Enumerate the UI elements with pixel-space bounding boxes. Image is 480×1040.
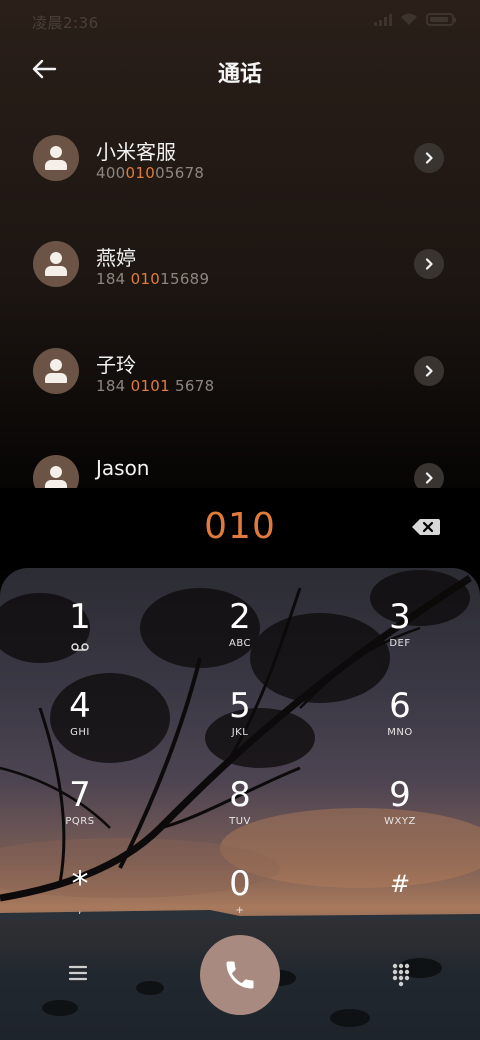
menu-icon — [68, 965, 88, 981]
contact-row[interactable]: Jason — [0, 420, 480, 488]
key-7[interactable]: 7 PQRS — [20, 776, 140, 856]
keypad-toggle-button[interactable] — [388, 962, 414, 988]
status-icons — [374, 13, 456, 26]
backspace-icon — [412, 519, 440, 535]
key-3[interactable]: 3 DEF — [340, 598, 460, 678]
contact-list: 小米客服 40001005678 燕婷 184 01015689 子玲 184 … — [0, 100, 480, 488]
key-4[interactable]: 4 GHI — [20, 687, 140, 767]
avatar — [33, 241, 79, 287]
dialed-number: 010 — [204, 506, 276, 547]
contact-number: 184 01015689 — [96, 270, 210, 288]
contact-detail-button[interactable] — [414, 249, 444, 279]
dialpad-icon — [392, 963, 410, 987]
battery-icon — [426, 13, 456, 26]
contact-number: 40001005678 — [96, 164, 205, 182]
chevron-right-icon — [425, 472, 433, 484]
contact-row[interactable]: 燕婷 184 01015689 — [0, 206, 480, 312]
menu-button[interactable] — [64, 962, 92, 984]
chevron-right-icon — [425, 258, 433, 270]
keypad-panel: 1 2 ABC 3 DEF 4 GHI 5 JKL 6 MNO 7 PQRS 8… — [0, 568, 480, 1040]
avatar — [33, 135, 79, 181]
key-9[interactable]: 9 WXYZ — [340, 776, 460, 856]
contact-name: 小米客服 — [96, 140, 176, 164]
contact-name: Jason — [96, 456, 150, 480]
status-time: 凌晨2:36 — [32, 14, 99, 32]
contact-row[interactable]: 小米客服 40001005678 — [0, 100, 480, 206]
avatar — [33, 455, 79, 488]
page-title: 通话 — [217, 62, 262, 87]
contact-name: 子玲 — [96, 353, 136, 377]
signal-icon — [374, 13, 392, 26]
key-2[interactable]: 2 ABC — [180, 598, 300, 678]
key-8[interactable]: 8 TUV — [180, 776, 300, 856]
key-1[interactable]: 1 — [20, 598, 140, 678]
voicemail-icon — [71, 643, 89, 651]
phone-icon — [226, 961, 254, 989]
contact-number: 184 0101 5678 — [96, 377, 215, 395]
status-bar: 凌晨2:36 — [0, 0, 480, 40]
key-5[interactable]: 5 JKL — [180, 687, 300, 767]
chevron-right-icon — [425, 365, 433, 377]
wifi-icon — [401, 13, 417, 25]
contact-detail-button[interactable] — [414, 143, 444, 173]
chevron-right-icon — [425, 152, 433, 164]
key-6[interactable]: 6 MNO — [340, 687, 460, 767]
key-0[interactable]: 0 + — [180, 865, 300, 945]
backspace-button[interactable] — [410, 516, 442, 538]
avatar — [33, 348, 79, 394]
contact-detail-button[interactable] — [414, 356, 444, 386]
contact-name: 燕婷 — [96, 246, 136, 270]
contact-detail-button[interactable] — [414, 463, 444, 488]
key-star[interactable]: * , — [20, 865, 140, 945]
dial-display: 010 — [0, 488, 480, 570]
contact-row[interactable]: 子玲 184 0101 5678 — [0, 313, 480, 419]
call-button[interactable] — [200, 935, 280, 1015]
key-hash[interactable]: # — [340, 865, 460, 945]
